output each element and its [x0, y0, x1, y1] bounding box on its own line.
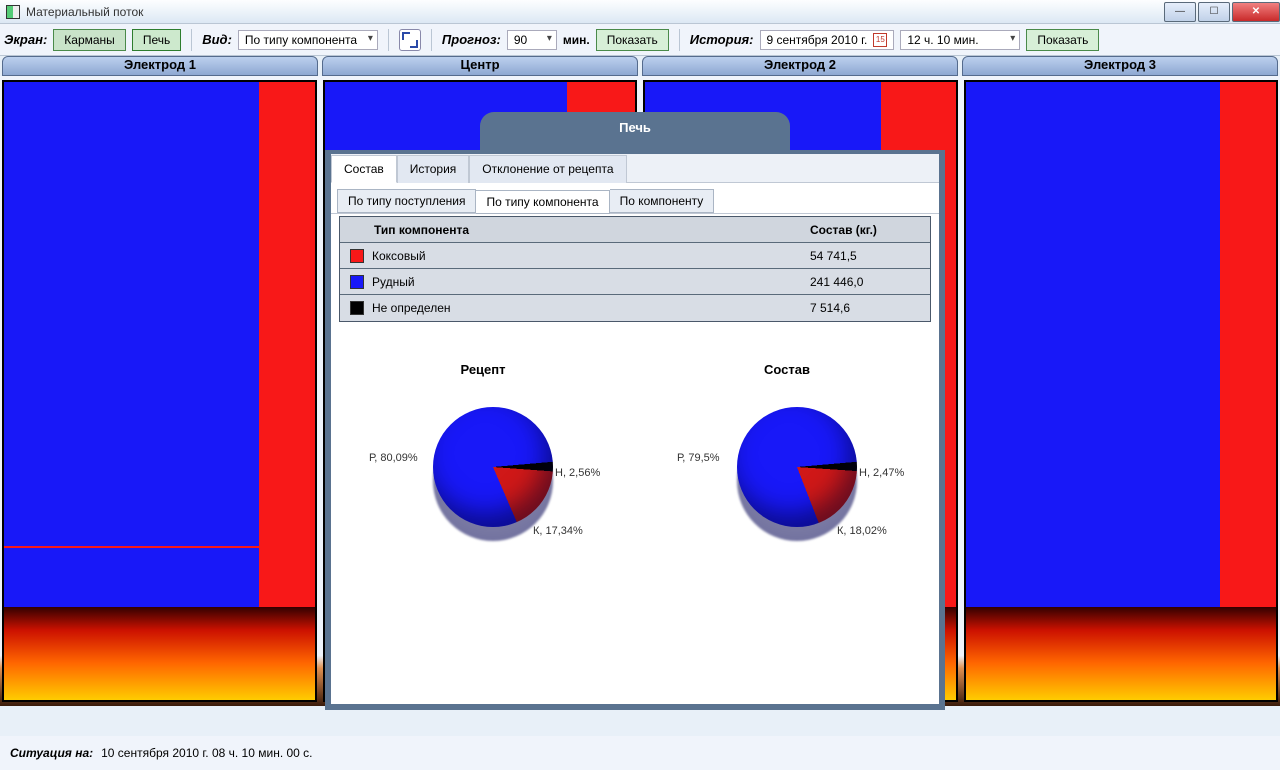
history-label: История: — [690, 32, 754, 47]
subtab-by-component[interactable]: По компоненту — [610, 189, 715, 213]
history-date-value: 9 сентября 2010 г. — [767, 33, 868, 47]
modal-subtabs: По типу поступления По типу компонента П… — [331, 183, 939, 214]
toolbar: Экран: Карманы Печь Вид: По типу компоне… — [0, 24, 1280, 56]
col-header-4: Электрод 3 — [962, 56, 1278, 76]
forecast-label: Прогноз: — [442, 32, 501, 47]
forecast-show-button[interactable]: Показать — [596, 29, 669, 51]
table-row[interactable]: Рудный 241 446,0 — [340, 269, 930, 295]
color-swatch — [350, 275, 364, 289]
pie-charts: Рецепт Р, 80,09% Н, 2,56% К, 17,34% Сост… — [331, 362, 939, 567]
view-select-value: По типу компонента — [245, 33, 357, 47]
tab-history[interactable]: История — [397, 155, 470, 183]
pie-label-n: Н, 2,56% — [555, 467, 600, 479]
recipe-chart: Рецепт Р, 80,09% Н, 2,56% К, 17,34% — [373, 362, 593, 567]
pie-label-n: Н, 2,47% — [859, 467, 904, 479]
calendar-icon: 15 — [873, 33, 887, 47]
tab-composition[interactable]: Состав — [331, 155, 397, 183]
pockets-button[interactable]: Карманы — [53, 29, 126, 51]
recipe-chart-title: Рецепт — [373, 362, 593, 377]
window-maximize-button[interactable]: ☐ — [1198, 2, 1230, 22]
status-bar: Ситуация на: 10 сентября 2010 г. 08 ч. 1… — [0, 736, 1280, 770]
row-value: 241 446,0 — [810, 275, 930, 289]
app-icon — [6, 5, 20, 19]
composition-table: Тип компонента Состав (кг.) Коксовый 54 … — [339, 216, 931, 322]
th-value: Состав (кг.) — [810, 223, 930, 237]
view-label: Вид: — [202, 32, 232, 47]
pie-label-r: Р, 80,09% — [369, 452, 418, 464]
history-show-button[interactable]: Показать — [1026, 29, 1099, 51]
row-value: 7 514,6 — [810, 301, 930, 315]
pie-label-k: К, 18,02% — [837, 525, 887, 537]
window-titlebar: Материальный поток — ☐ ✕ — [0, 0, 1280, 24]
electrode-3-panel — [964, 80, 1279, 702]
status-value: 10 сентября 2010 г. 08 ч. 10 мин. 00 с. — [101, 746, 312, 760]
fullscreen-icon[interactable] — [399, 29, 421, 51]
screen-label: Экран: — [4, 32, 47, 47]
col-header-3: Электрод 2 — [642, 56, 958, 76]
col-header-1: Электрод 1 — [2, 56, 318, 76]
color-swatch — [350, 301, 364, 315]
composition-chart: Состав Р, 79,5% Н, 2,47% К, 18,02% — [677, 362, 897, 567]
subtab-by-receipt[interactable]: По типу поступления — [337, 189, 476, 213]
history-date-picker[interactable]: 9 сентября 2010 г. 15 — [760, 30, 895, 50]
table-row[interactable]: Коксовый 54 741,5 — [340, 243, 930, 269]
window-minimize-button[interactable]: — — [1164, 2, 1196, 22]
color-swatch — [350, 249, 364, 263]
subtab-by-component-type[interactable]: По типу компонента — [476, 190, 609, 214]
row-name: Коксовый — [372, 249, 810, 263]
electrode-1-panel — [2, 80, 317, 702]
furnace-button[interactable]: Печь — [132, 29, 181, 51]
pie-label-r: Р, 79,5% — [677, 452, 720, 464]
modal-title: Печь — [480, 112, 790, 150]
view-select[interactable]: По типу компонента — [238, 30, 378, 50]
composition-pie — [737, 407, 857, 527]
row-name: Рудный — [372, 275, 810, 289]
status-label: Ситуация на: — [10, 746, 93, 760]
forecast-unit: мин. — [563, 33, 590, 47]
col-header-2: Центр — [322, 56, 638, 76]
window-close-button[interactable]: ✕ — [1232, 2, 1280, 22]
row-value: 54 741,5 — [810, 249, 930, 263]
th-type: Тип компонента — [340, 223, 810, 237]
history-time-value: 12 ч. 10 мин. — [907, 33, 978, 47]
furnace-modal: Печь Состав История Отклонение от рецепт… — [325, 112, 945, 712]
history-time-select[interactable]: 12 ч. 10 мин. — [900, 30, 1020, 50]
row-name: Не определен — [372, 301, 810, 315]
table-row[interactable]: Не определен 7 514,6 — [340, 295, 930, 321]
recipe-pie — [433, 407, 553, 527]
column-headers: Электрод 1 Центр Электрод 2 Электрод 3 — [0, 56, 1280, 76]
window-title: Материальный поток — [26, 5, 143, 19]
tab-deviation[interactable]: Отклонение от рецепта — [469, 155, 626, 183]
modal-tabs: Состав История Отклонение от рецепта — [331, 154, 939, 183]
composition-chart-title: Состав — [677, 362, 897, 377]
forecast-value: 90 — [514, 33, 527, 47]
pie-label-k: К, 17,34% — [533, 525, 583, 537]
forecast-select[interactable]: 90 — [507, 30, 557, 50]
